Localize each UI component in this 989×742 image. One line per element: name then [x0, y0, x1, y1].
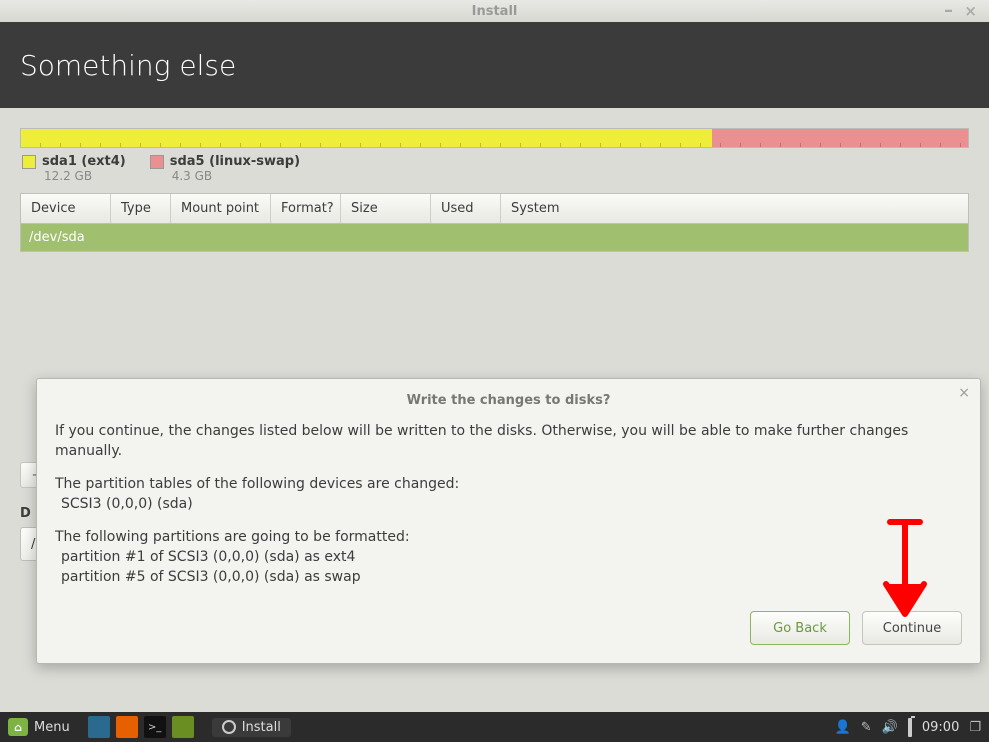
partition-table: Device Type Mount point Format? Size Use…	[20, 193, 969, 252]
window-titlebar: Install – ×	[0, 0, 989, 22]
window-minimize-button[interactable]: –	[938, 0, 959, 22]
legend-name: sda1 (ext4)	[42, 154, 126, 169]
col-device[interactable]: Device	[21, 194, 111, 223]
legend-swatch-pink	[150, 155, 164, 169]
legend-size: 12.2 GB	[44, 169, 126, 183]
legend-name: sda5 (linux-swap)	[170, 154, 300, 169]
window-title: Install	[472, 4, 518, 19]
legend-swatch-yellow	[22, 155, 36, 169]
main-content: sda1 (ext4) 12.2 GB sda5 (linux-swap) 4.…	[0, 108, 989, 712]
col-size[interactable]: Size	[341, 194, 431, 223]
installer-header: Something else	[0, 22, 989, 108]
app-icon	[222, 720, 236, 734]
col-type[interactable]: Type	[111, 194, 171, 223]
confirm-write-dialog: × Write the changes to disks? If you con…	[36, 378, 981, 664]
go-back-button[interactable]: Go Back	[750, 611, 850, 645]
partition-legend: sda1 (ext4) 12.2 GB sda5 (linux-swap) 4.…	[20, 148, 969, 193]
files-launcher[interactable]	[172, 716, 194, 738]
dialog-format-line1: partition #1 of SCSI3 (0,0,0) (sda) as e…	[61, 548, 962, 568]
taskbar-window-install[interactable]: Install	[212, 718, 291, 737]
continue-button[interactable]: Continue	[862, 611, 962, 645]
volume-icon[interactable]: 🔊	[882, 720, 898, 735]
dialog-changed-heading: The partition tables of the following de…	[55, 475, 962, 495]
firefox-launcher[interactable]	[116, 716, 138, 738]
col-system[interactable]: System	[501, 194, 968, 223]
workspace-switcher-icon[interactable]: ❐	[969, 720, 981, 735]
page-title: Something else	[20, 49, 236, 82]
menu-button[interactable]: Menu	[34, 720, 70, 735]
partition-usage-bar	[20, 128, 969, 148]
table-row-selected[interactable]: /dev/sda	[21, 224, 968, 251]
dialog-format-heading: The following partitions are going to be…	[55, 528, 962, 548]
show-desktop-launcher[interactable]	[88, 716, 110, 738]
window-close-button[interactable]: ×	[958, 0, 983, 22]
dialog-format-line2: partition #5 of SCSI3 (0,0,0) (sda) as s…	[61, 568, 962, 588]
col-mount-point[interactable]: Mount point	[171, 194, 271, 223]
dialog-changed-device: SCSI3 (0,0,0) (sda)	[61, 495, 962, 515]
dialog-title: Write the changes to disks?	[55, 393, 962, 408]
partition-table-header: Device Type Mount point Format? Size Use…	[21, 194, 968, 224]
col-format[interactable]: Format?	[271, 194, 341, 223]
taskbar: ⌂ Menu >_ Install 👤 ✎ 🔊 09:00 ❐	[0, 712, 989, 742]
legend-size: 4.3 GB	[172, 169, 300, 183]
mint-menu-icon[interactable]: ⌂	[8, 718, 28, 736]
usage-segment-sda5	[712, 129, 968, 147]
dialog-close-button[interactable]: ×	[958, 385, 970, 401]
usage-segment-sda1	[21, 129, 712, 147]
battery-icon[interactable]	[908, 720, 912, 735]
user-icon[interactable]: 👤	[835, 720, 851, 735]
network-icon[interactable]: ✎	[861, 720, 872, 735]
legend-item-sda5: sda5 (linux-swap) 4.3 GB	[150, 154, 300, 183]
legend-item-sda1: sda1 (ext4) 12.2 GB	[22, 154, 126, 183]
col-used[interactable]: Used	[431, 194, 501, 223]
clock[interactable]: 09:00	[922, 720, 959, 735]
dialog-intro: If you continue, the changes listed belo…	[55, 422, 962, 461]
taskbar-window-title: Install	[242, 720, 281, 735]
terminal-launcher[interactable]: >_	[144, 716, 166, 738]
